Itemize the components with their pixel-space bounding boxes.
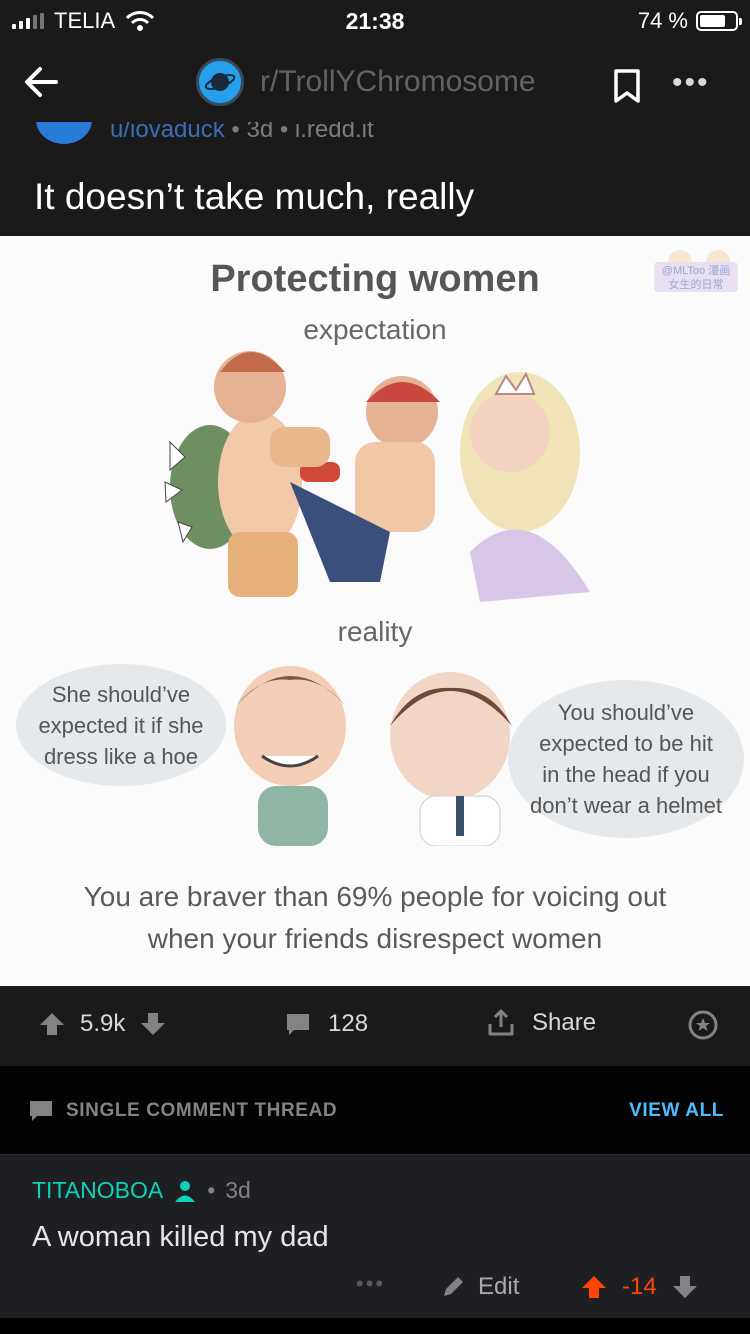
comment-vote-group: -14 — [580, 1273, 699, 1301]
status-bar: TELIA 21:38 74 % — [0, 0, 750, 42]
meme-reality-label: reality — [337, 616, 413, 647]
downvote-icon[interactable] — [139, 1010, 167, 1038]
battery-status: 74 % — [637, 8, 742, 34]
view-all-link[interactable]: VIEW ALL — [629, 1100, 724, 1122]
more-options-icon[interactable]: ••• — [672, 66, 710, 100]
share-label: Share — [532, 1009, 597, 1036]
grinning-guy-character — [234, 666, 346, 846]
post-vote-group: 5.9k — [38, 1010, 167, 1038]
upvote-icon[interactable] — [38, 1010, 66, 1038]
pencil-icon — [444, 1277, 463, 1296]
comment-score: -14 — [622, 1273, 657, 1300]
post-title: It doesn’t take much, really — [0, 150, 750, 236]
expectation-illustration — [164, 351, 590, 602]
award-icon[interactable] — [688, 1010, 718, 1040]
comment-actions: ••• Edit -14 — [0, 1269, 750, 1309]
subreddit-header[interactable]: r/TrollYChromosome — [196, 58, 536, 106]
comment-count: 128 — [328, 1010, 369, 1037]
battery-percent: 74 % — [637, 8, 688, 33]
back-arrow-icon[interactable] — [20, 60, 64, 104]
worried-guy-character — [390, 672, 512, 846]
subreddit-name: r/TrollYChromosome — [260, 65, 536, 98]
post-meta: u/iovaduck • 3d • i.redd.it — [0, 122, 750, 150]
edit-label: Edit — [478, 1273, 520, 1300]
battery-icon — [696, 11, 742, 31]
comment-bubble-icon — [287, 1014, 309, 1035]
comment-bubble-icon — [30, 1101, 52, 1121]
upvote-icon[interactable] — [580, 1273, 608, 1301]
speech-bubble-right: You should’ve expected to be hit in the … — [508, 680, 744, 838]
princess-character — [460, 371, 590, 602]
single-thread-bar: SINGLE COMMENT THREAD VIEW ALL — [0, 1066, 750, 1154]
post-score: 5.9k — [80, 1010, 126, 1037]
user-profile-icon — [175, 1180, 196, 1202]
comment-age: 3d — [225, 1177, 251, 1203]
post-age-domain: • 3d • i.redd.it — [224, 122, 374, 143]
comment-body: A woman killed my dad — [32, 1221, 329, 1253]
comment-header: TITANOBOA • 3d — [32, 1177, 251, 1204]
subreddit-icon — [196, 58, 244, 106]
footer-bar — [0, 1318, 750, 1334]
share-icon — [488, 1009, 514, 1036]
bowser-character — [164, 351, 302, 597]
comment-item: TITANOBOA • 3d A woman killed my dad •••… — [0, 1154, 750, 1318]
post-byline: u/iovaduck • 3d • i.redd.it — [110, 122, 374, 144]
meme-heading: Protecting women — [210, 258, 540, 300]
post-action-bar: 5.9k 128 Share — [0, 986, 750, 1066]
comment-username[interactable]: TITANOBOA — [32, 1177, 163, 1204]
author-avatar[interactable] — [36, 122, 92, 144]
post-image[interactable]: @MLToo 漫画 女生的日常 Protecting women expectat… — [0, 236, 750, 986]
downvote-icon[interactable] — [671, 1273, 699, 1301]
edit-button[interactable]: Edit — [440, 1273, 519, 1301]
top-nav: r/TrollYChromosome ••• — [0, 42, 750, 122]
author-link[interactable]: u/iovaduck — [110, 122, 225, 143]
thread-label: SINGLE COMMENT THREAD — [28, 1098, 337, 1124]
comments-button[interactable]: 128 — [284, 1010, 368, 1038]
meme-caption: You are braver than 69% people for voici… — [83, 881, 667, 954]
bookmark-icon[interactable] — [612, 68, 642, 104]
comment-more-icon[interactable]: ••• — [356, 1271, 385, 1297]
share-button[interactable]: Share — [486, 1008, 596, 1038]
